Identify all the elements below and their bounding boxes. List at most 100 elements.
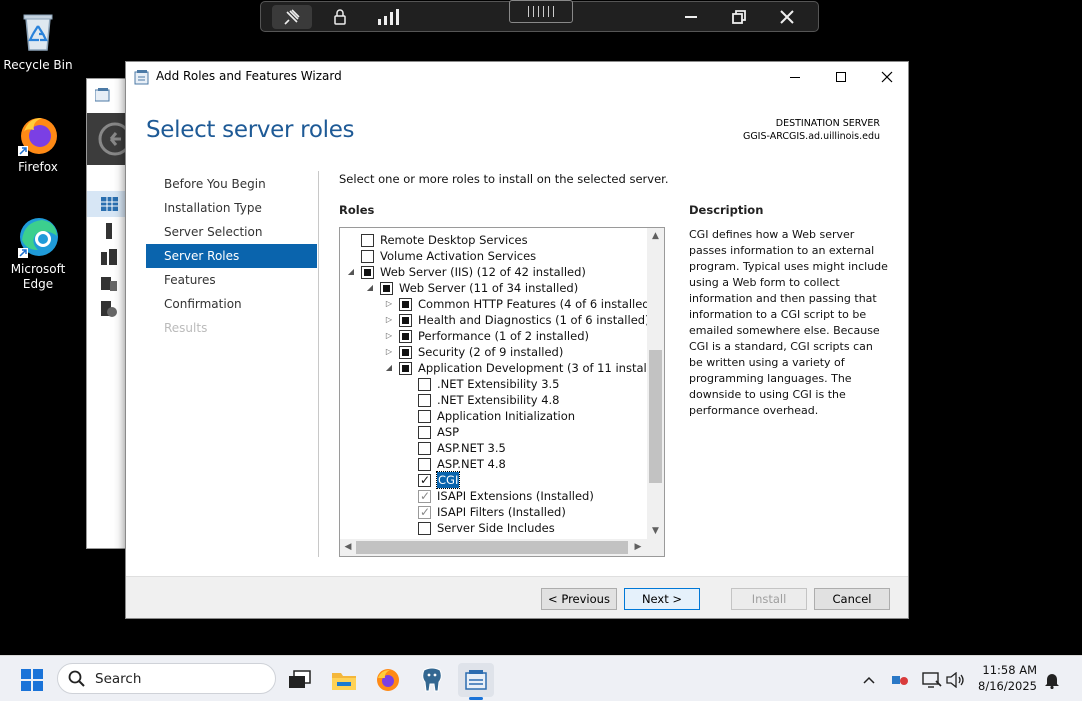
iis-icon[interactable] [101, 301, 117, 317]
role-tree-item[interactable]: ISAPI Extensions (Installed) [340, 488, 648, 504]
horizontal-scroll-thumb[interactable] [356, 541, 628, 554]
taskbar-search-box[interactable]: Search [57, 663, 276, 694]
role-tree-item[interactable]: ◢ Web Server (11 of 34 installed) [340, 280, 648, 296]
role-tree-item[interactable]: ASP [340, 424, 648, 440]
role-tree-item[interactable]: ASP.NET 4.8 [340, 456, 648, 472]
recycle-bin-shortcut[interactable]: Recycle Bin [0, 10, 76, 73]
wizard-maximize-button[interactable] [818, 62, 864, 91]
file-explorer-taskbar-button[interactable] [326, 663, 362, 697]
role-checkbox[interactable] [361, 266, 374, 279]
role-checkbox[interactable] [380, 282, 393, 295]
role-checkbox[interactable] [361, 234, 374, 247]
vertical-scroll-thumb[interactable] [649, 350, 662, 483]
notifications-button[interactable] [1038, 663, 1066, 697]
local-server-icon[interactable] [101, 223, 117, 239]
server-manager-window[interactable] [86, 78, 132, 549]
role-tree-item[interactable]: ▷ Health and Diagnostics (1 of 6 installe… [340, 312, 648, 328]
role-tree-item[interactable]: CGI [340, 471, 648, 489]
wizard-titlebar[interactable]: Add Roles and Features Wizard [126, 62, 908, 91]
firefox-icon [16, 112, 60, 156]
server-manager-title-icon [94, 87, 111, 102]
role-tree-item[interactable]: ASP.NET 3.5 [340, 440, 648, 456]
edge-label: Microsoft Edge [10, 262, 66, 291]
firefox-shortcut[interactable]: Firefox [0, 112, 76, 175]
role-tree-item[interactable]: Server Side Includes [340, 520, 648, 536]
minimize-remote-button[interactable] [671, 5, 711, 29]
roles-vertical-scrollbar[interactable]: ▲ ▼ [647, 228, 664, 539]
role-tree-item[interactable]: .NET Extensibility 4.8 [340, 392, 648, 408]
role-tree-item[interactable]: ◢ Application Development (3 of 11 instal… [340, 360, 648, 376]
role-checkbox[interactable] [418, 410, 431, 423]
role-tree-item[interactable]: .NET Extensibility 3.5 [340, 376, 648, 392]
role-checkbox[interactable] [418, 378, 431, 391]
role-checkbox[interactable] [399, 298, 412, 311]
role-checkbox[interactable] [399, 362, 412, 375]
role-checkbox[interactable] [418, 522, 431, 535]
step-features[interactable]: Features [146, 268, 317, 292]
task-view-button[interactable] [282, 663, 318, 697]
lock-button[interactable] [320, 5, 360, 29]
role-checkbox[interactable] [361, 250, 374, 263]
search-placeholder: Search [95, 671, 142, 687]
dashboard-icon [101, 197, 118, 211]
step-installation-type[interactable]: Installation Type [146, 196, 317, 220]
firefox-taskbar-button[interactable] [370, 663, 406, 697]
restore-icon [732, 10, 746, 24]
role-tree-item[interactable]: Application Initialization [340, 408, 648, 424]
roles-tree[interactable]: Remote Desktop Services Volume Activation… [339, 227, 665, 557]
role-checkbox[interactable] [418, 472, 431, 488]
server-manager-taskbar-button[interactable] [458, 663, 494, 700]
role-checkbox[interactable] [418, 458, 431, 471]
edge-shortcut[interactable]: Microsoft Edge [0, 214, 76, 292]
collapse-triangle-icon[interactable]: ◢ [346, 264, 356, 280]
collapse-triangle-icon[interactable]: ◢ [384, 360, 394, 376]
scroll-right-icon[interactable]: ▶ [630, 539, 646, 556]
role-tree-item[interactable]: Remote Desktop Services [340, 232, 648, 248]
role-checkbox[interactable] [418, 394, 431, 407]
toolbar-drag-handle[interactable] [509, 0, 573, 23]
role-tree-item[interactable]: ▷ Security (2 of 9 installed) [340, 344, 648, 360]
connection-quality-button[interactable] [368, 5, 408, 29]
cancel-button[interactable]: Cancel [814, 588, 890, 610]
scroll-up-icon[interactable]: ▲ [647, 228, 664, 244]
step-confirmation[interactable]: Confirmation [146, 292, 317, 316]
dashboard-nav[interactable] [87, 191, 127, 217]
role-tree-item[interactable]: ▷ Common HTTP Features (4 of 6 installed) [340, 296, 648, 312]
step-server-roles[interactable]: Server Roles [146, 244, 317, 268]
volume-button[interactable] [940, 663, 972, 697]
role-checkbox[interactable] [399, 330, 412, 343]
file-services-icon[interactable] [101, 275, 117, 291]
restore-remote-button[interactable] [719, 5, 759, 29]
role-checkbox[interactable] [418, 426, 431, 439]
scroll-left-icon[interactable]: ◀ [340, 539, 356, 556]
wizard-minimize-button[interactable] [772, 62, 818, 91]
step-server-selection[interactable]: Server Selection [146, 220, 317, 244]
previous-button[interactable]: < Previous [541, 588, 617, 610]
role-checkbox[interactable] [399, 314, 412, 327]
role-tree-item[interactable]: ISAPI Filters (Installed) [340, 504, 648, 520]
pin-toggle-button[interactable] [272, 5, 312, 29]
expand-triangle-icon[interactable]: ▷ [384, 344, 394, 360]
task-view-icon [289, 670, 311, 688]
role-tree-item[interactable]: ▷ Performance (1 of 2 installed) [340, 328, 648, 344]
role-checkbox[interactable] [399, 346, 412, 359]
pgadmin-taskbar-button[interactable] [414, 663, 450, 697]
show-hidden-icons-button[interactable] [851, 663, 887, 697]
tray-app-button[interactable] [883, 663, 917, 697]
role-tree-item[interactable]: ◢ Web Server (IIS) (12 of 42 installed) [340, 264, 648, 280]
step-before-you-begin[interactable]: Before You Begin [146, 172, 317, 196]
next-button[interactable]: Next > [624, 588, 700, 610]
all-servers-icon[interactable] [101, 249, 117, 265]
collapse-triangle-icon[interactable]: ◢ [365, 280, 375, 296]
expand-triangle-icon[interactable]: ▷ [384, 312, 394, 328]
close-remote-button[interactable] [767, 5, 807, 29]
role-checkbox[interactable] [418, 442, 431, 455]
expand-triangle-icon[interactable]: ▷ [384, 296, 394, 312]
start-button[interactable] [14, 663, 50, 697]
system-clock[interactable]: 11:58 AM 8/16/2025 [978, 662, 1037, 694]
scroll-down-icon[interactable]: ▼ [647, 523, 664, 539]
wizard-close-button[interactable] [864, 62, 910, 91]
roles-horizontal-scrollbar[interactable]: ◀ ▶ [340, 539, 664, 556]
role-tree-item[interactable]: Volume Activation Services [340, 248, 648, 264]
expand-triangle-icon[interactable]: ▷ [384, 328, 394, 344]
